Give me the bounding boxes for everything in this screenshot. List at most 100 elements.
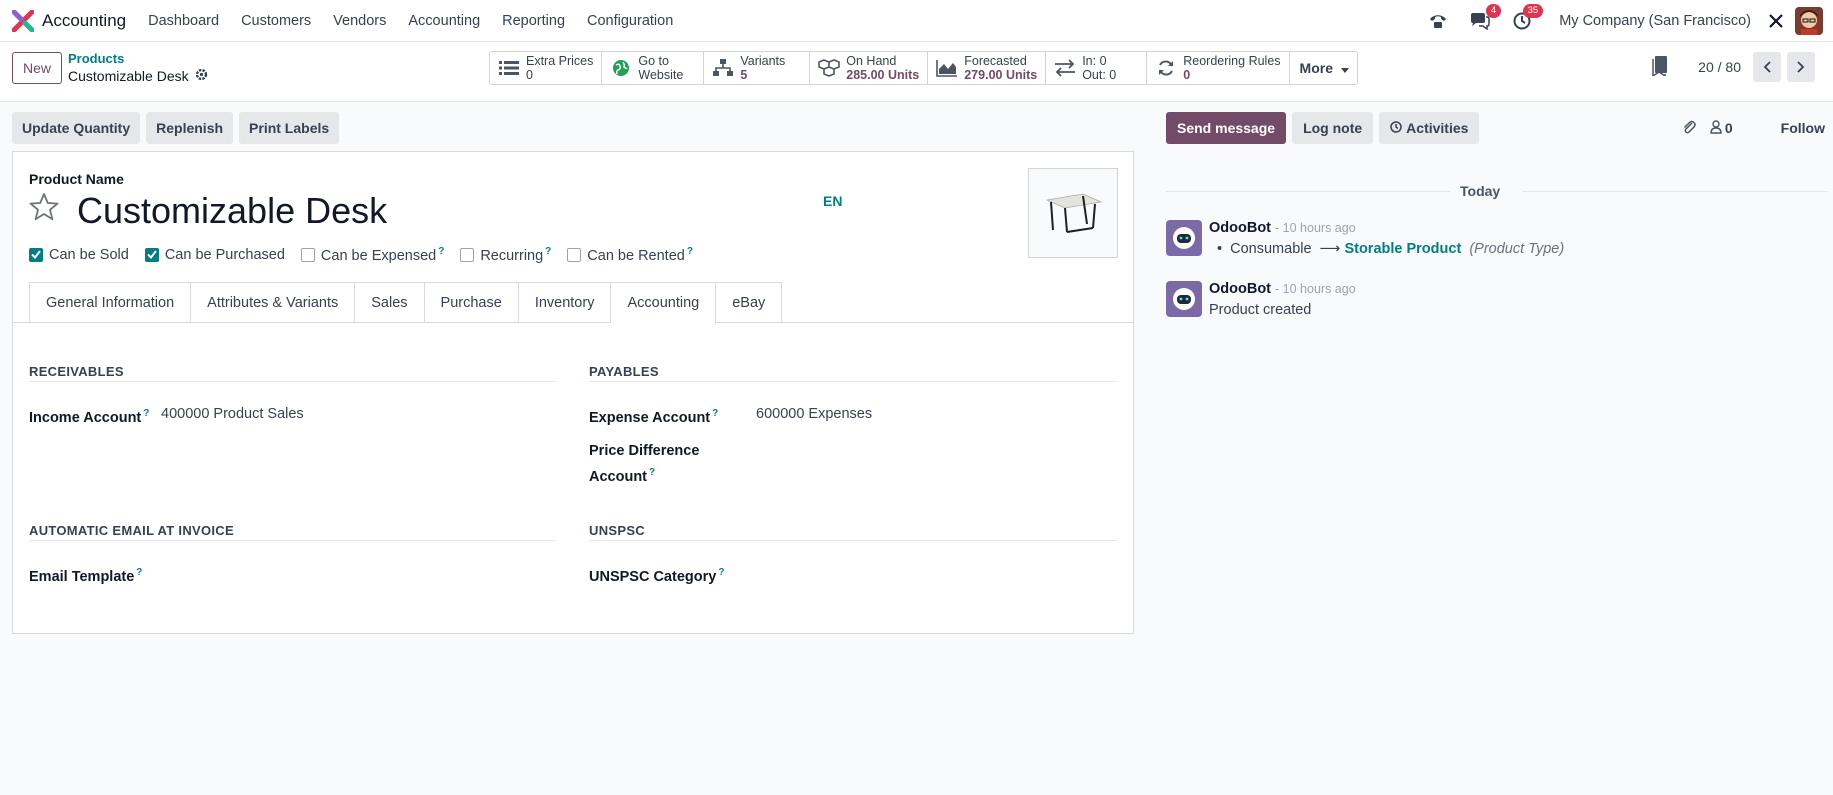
- menu-dashboard[interactable]: Dashboard: [148, 13, 219, 29]
- phone-icon[interactable]: [1427, 10, 1449, 32]
- income-account-field[interactable]: 400000 Product Sales: [161, 406, 304, 422]
- breadcrumb: Products Customizable Desk: [68, 51, 208, 84]
- followers-button[interactable]: 0: [1710, 119, 1733, 137]
- can-be-sold-checkbox[interactable]: Can be Sold: [29, 246, 129, 264]
- reordering-rules-button[interactable]: Reordering Rules 0: [1147, 52, 1290, 84]
- tab-ebay[interactable]: eBay: [715, 282, 783, 322]
- area-chart-icon: [936, 57, 958, 79]
- extra-prices-value: 0: [526, 68, 533, 82]
- tab-attributes-variants[interactable]: Attributes & Variants: [190, 282, 356, 322]
- tab-inventory[interactable]: Inventory: [517, 282, 612, 322]
- message-author[interactable]: OdooBot - 10 hours ago: [1209, 220, 1356, 236]
- checkbox-checked-icon: [29, 247, 43, 262]
- menu-reporting[interactable]: Reporting: [502, 13, 565, 29]
- email-template-field[interactable]: [161, 564, 551, 584]
- tools-icon[interactable]: [1765, 10, 1787, 32]
- bookmark-icon[interactable]: [1652, 55, 1668, 79]
- activities-clock-icon[interactable]: 35: [1511, 4, 1544, 32]
- go-to-label: Go to: [638, 54, 669, 68]
- message-author[interactable]: OdooBot - 10 hours ago: [1209, 281, 1356, 297]
- help-tooltip-icon[interactable]: ?: [143, 408, 149, 419]
- can-be-expensed-checkbox[interactable]: Can be Expensed?: [300, 246, 444, 264]
- on-hand-button[interactable]: On Hand 285.00 Units: [810, 52, 929, 84]
- help-tooltip-icon[interactable]: ?: [136, 567, 142, 578]
- new-button[interactable]: New: [12, 52, 63, 84]
- control-panel: New Products Customizable Desk Extra Pri…: [0, 42, 1833, 102]
- variants-button[interactable]: Variants 5: [704, 52, 811, 84]
- favorite-star-icon[interactable]: [29, 192, 59, 222]
- can-be-rented-checkbox[interactable]: Can be Rented?: [567, 246, 693, 264]
- follow-button[interactable]: Follow: [1781, 120, 1825, 136]
- update-quantity-button[interactable]: Update Quantity: [12, 112, 141, 144]
- menu-customers[interactable]: Customers: [241, 13, 311, 29]
- help-tooltip-icon[interactable]: ?: [649, 467, 655, 478]
- extra-prices-label: Extra Prices: [526, 54, 594, 68]
- app-name[interactable]: Accounting: [42, 11, 126, 31]
- messages-icon[interactable]: 4: [1469, 4, 1502, 32]
- replenish-button[interactable]: Replenish: [146, 112, 234, 144]
- forecasted-button[interactable]: Forecasted 279.00 Units: [928, 52, 1047, 84]
- product-name-field[interactable]: Customizable Desk: [77, 190, 387, 232]
- can-be-purchased-checkbox[interactable]: Can be Purchased: [144, 246, 285, 264]
- activities-button[interactable]: Activities: [1379, 112, 1480, 144]
- help-tooltip-icon[interactable]: ?: [718, 567, 724, 578]
- auto-email-divider: [29, 540, 556, 541]
- variants-label: Variants: [740, 54, 786, 68]
- in-out-button[interactable]: In: 0 Out: 0: [1046, 52, 1148, 84]
- pager-value[interactable]: 20 / 80: [1698, 59, 1741, 75]
- odoobot-avatar[interactable]: [1166, 220, 1202, 256]
- cubes-icon: [818, 57, 841, 79]
- breadcrumb-products-link[interactable]: Products: [68, 51, 208, 66]
- chatter-message: OdooBot - 10 hours ago Product created: [1166, 281, 1826, 325]
- gear-icon[interactable]: [195, 68, 208, 84]
- recurring-label: Recurring: [480, 247, 544, 264]
- refresh-icon: [1155, 57, 1177, 79]
- unspsc-title: UNSPSC: [589, 523, 645, 538]
- go-to-website-button[interactable]: Go to Website: [602, 52, 705, 84]
- tracking-new-value: Storable Product: [1344, 241, 1462, 257]
- more-dropdown[interactable]: More: [1290, 52, 1357, 84]
- user-avatar[interactable]: [1795, 7, 1823, 35]
- send-message-button[interactable]: Send message: [1166, 112, 1287, 144]
- extra-prices-button[interactable]: Extra Prices 0: [490, 52, 603, 84]
- app-logo-icon[interactable]: [11, 9, 35, 32]
- on-hand-value: 285.00 Units: [846, 68, 920, 82]
- tracking-value: • Consumable ⟶ Storable Product (Product…: [1217, 241, 1564, 257]
- can-be-sold-label: Can be Sold: [49, 246, 129, 263]
- menu-configuration[interactable]: Configuration: [587, 13, 673, 29]
- message-time: - 10 hours ago: [1275, 282, 1356, 296]
- breadcrumb-current-label: Customizable Desk: [68, 68, 189, 84]
- expense-account-field[interactable]: 600000 Expenses: [756, 406, 872, 422]
- help-tooltip-icon[interactable]: ?: [687, 246, 693, 257]
- language-toggle[interactable]: EN: [823, 193, 842, 209]
- paperclip-icon[interactable]: [1682, 119, 1696, 138]
- form-action-buttons: Update Quantity Replenish Print Labels: [12, 112, 340, 144]
- print-labels-button[interactable]: Print Labels: [239, 112, 340, 144]
- price-difference-account-field[interactable]: [756, 444, 1116, 464]
- recurring-checkbox[interactable]: Recurring?: [460, 246, 551, 264]
- message-time: - 10 hours ago: [1275, 221, 1356, 235]
- tab-general-information[interactable]: General Information: [29, 282, 192, 322]
- menu-vendors[interactable]: Vendors: [333, 13, 386, 29]
- pager-next-button[interactable]: [1787, 52, 1815, 82]
- pager-previous-button[interactable]: [1753, 52, 1781, 82]
- payables-title: PAYABLES: [589, 364, 659, 379]
- breadcrumb-current: Customizable Desk: [68, 68, 208, 84]
- unspsc-category-field[interactable]: [756, 564, 1116, 584]
- company-switcher[interactable]: My Company (San Francisco): [1559, 13, 1751, 29]
- product-form-sheet: Product Name Customizable Desk EN Can be…: [12, 151, 1134, 634]
- product-image[interactable]: [1028, 168, 1118, 258]
- payables-divider: [589, 381, 1117, 382]
- user-icon: [1710, 119, 1722, 137]
- tab-sales[interactable]: Sales: [354, 282, 425, 322]
- help-tooltip-icon[interactable]: ?: [438, 246, 444, 257]
- odoobot-avatar[interactable]: [1166, 281, 1202, 317]
- menu-accounting[interactable]: Accounting: [408, 13, 480, 29]
- help-tooltip-icon[interactable]: ?: [712, 408, 718, 419]
- log-note-button[interactable]: Log note: [1292, 112, 1374, 144]
- income-account-label: Income Account?: [29, 403, 149, 429]
- tab-purchase[interactable]: Purchase: [423, 282, 519, 322]
- tab-accounting[interactable]: Accounting: [610, 282, 717, 323]
- help-tooltip-icon[interactable]: ?: [545, 246, 551, 257]
- checkbox-unchecked-icon: [567, 247, 582, 262]
